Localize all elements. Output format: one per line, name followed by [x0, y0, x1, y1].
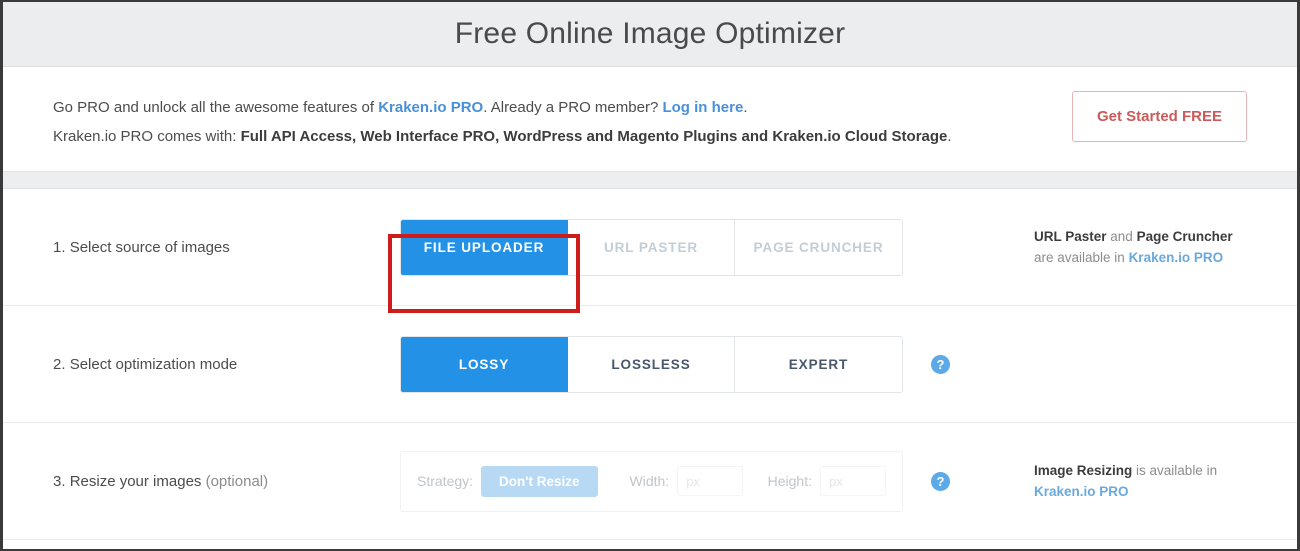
strategy-select[interactable]: Don't Resize: [481, 465, 598, 497]
kraken-pro-link[interactable]: Kraken.io PRO: [378, 99, 483, 116]
step-row-resize: 3. Resize your images (optional) Strateg…: [3, 423, 1297, 540]
step-3-side-note-line-2: Kraken.io PRO: [1034, 481, 1217, 502]
step-3-side-note: Image Resizing is available in Kraken.io…: [1034, 460, 1217, 502]
step-3-side-note-line-1: Image Resizing is available in: [1034, 460, 1217, 481]
pro-line1-part1: Go PRO and unlock all the awesome featur…: [53, 99, 379, 116]
strategy-label: Strategy:: [417, 473, 474, 489]
step-3-text: Resize your images: [69, 472, 206, 490]
step-1-side-note-line-2: are available in Kraken.io PRO: [1034, 247, 1233, 268]
step-row-optimization-mode: 2. Select optimization mode LOSSY LOSSLE…: [3, 306, 1297, 423]
resize-panel: Strategy: Don't Resize Width: Height:: [400, 450, 903, 512]
image-resizing-mention: Image Resizing: [1034, 463, 1133, 478]
width-label: Width:: [629, 473, 670, 489]
step-1-number: 1.: [53, 238, 70, 256]
page-cruncher-mention: Page Cruncher: [1136, 229, 1233, 244]
step-1-label: 1. Select source of images: [53, 239, 400, 256]
expert-button[interactable]: EXPERT: [735, 336, 902, 392]
step-1-side-note: URL Paster and Page Cruncher are availab…: [1034, 226, 1233, 268]
pro-line2-part1: Kraken.io PRO comes with:: [53, 128, 241, 145]
step-2-label: 2. Select optimization mode: [53, 356, 400, 373]
source-segmented-control: FILE UPLOADER URL PASTER PAGE CRUNCHER: [400, 218, 903, 276]
page-cruncher-button[interactable]: PAGE CRUNCHER: [735, 219, 902, 275]
side-note-conjunction: and: [1106, 229, 1137, 244]
kraken-pro-link-step3[interactable]: Kraken.io PRO: [1034, 484, 1129, 499]
page-title: Free Online Image Optimizer: [454, 17, 846, 50]
pro-features-list: Full API Access, Web Interface PRO, Word…: [240, 128, 948, 145]
step-3-label: 3. Resize your images (optional): [53, 473, 400, 490]
url-paster-button[interactable]: URL PASTER: [568, 219, 735, 275]
side-note-available-text-3: is available in: [1132, 463, 1218, 478]
url-paster-mention: URL Paster: [1034, 229, 1107, 244]
help-icon-resize[interactable]: ?: [931, 471, 950, 491]
side-note-available-text: are available in: [1034, 250, 1129, 265]
step-2-text: Select optimization mode: [69, 355, 238, 373]
step-3-number: 3.: [53, 472, 70, 490]
pro-banner-line-2: Kraken.io PRO comes with: Full API Acces…: [53, 122, 952, 151]
pro-banner: Go PRO and unlock all the awesome featur…: [3, 67, 1297, 171]
step-2-number: 2.: [53, 355, 70, 373]
optimization-mode-segmented-control: LOSSY LOSSLESS EXPERT: [400, 335, 903, 393]
height-input[interactable]: [820, 466, 886, 496]
log-in-here-link[interactable]: Log in here: [662, 99, 743, 116]
step-1-text: Select source of images: [69, 238, 230, 256]
step-1-side-note-line-1: URL Paster and Page Cruncher: [1034, 226, 1233, 247]
step-2-control: LOSSY LOSSLESS EXPERT ?: [400, 335, 1247, 393]
help-icon-optimization-mode[interactable]: ?: [931, 354, 950, 374]
height-label: Height:: [767, 473, 812, 489]
step-3-optional-tag: (optional): [205, 472, 269, 490]
pro-line1-part2: . Already a PRO member?: [483, 99, 663, 116]
lossy-button[interactable]: LOSSY: [401, 336, 568, 392]
page-header: Free Online Image Optimizer: [3, 2, 1297, 67]
get-started-free-button[interactable]: Get Started FREE: [1071, 91, 1247, 142]
step-row-source: 1. Select source of images FILE UPLOADER…: [3, 189, 1297, 306]
file-uploader-button[interactable]: FILE UPLOADER: [401, 219, 568, 275]
pro-line1-part3: .: [743, 99, 748, 116]
pro-banner-line-1: Go PRO and unlock all the awesome featur…: [53, 93, 952, 122]
pro-banner-text: Go PRO and unlock all the awesome featur…: [53, 89, 952, 151]
app-window: Free Online Image Optimizer Go PRO and u…: [0, 0, 1300, 551]
kraken-pro-link-step1[interactable]: Kraken.io PRO: [1129, 250, 1224, 265]
width-input[interactable]: [677, 466, 744, 496]
lossless-button[interactable]: LOSSLESS: [568, 336, 735, 392]
pro-line2-part2: .: [947, 128, 952, 145]
section-divider-strip: [3, 171, 1297, 189]
